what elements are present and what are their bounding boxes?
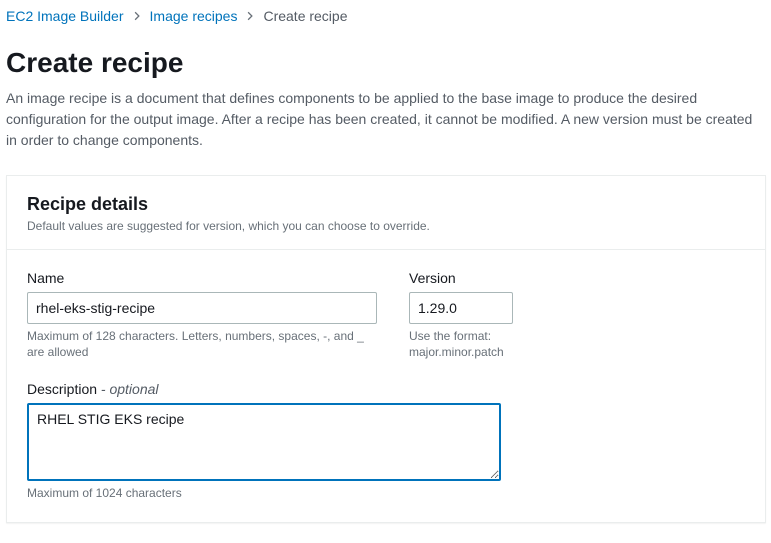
breadcrumb-current: Create recipe	[263, 8, 347, 24]
panel-body: Name Maximum of 128 characters. Letters,…	[7, 250, 765, 522]
description-form-group: Description - optional Maximum of 1024 c…	[27, 381, 501, 502]
page-title: Create recipe	[6, 46, 771, 80]
recipe-details-panel: Recipe details Default values are sugges…	[6, 175, 766, 523]
description-textarea[interactable]	[27, 403, 501, 481]
name-form-group: Name Maximum of 128 characters. Letters,…	[27, 270, 377, 362]
breadcrumb-level1-link[interactable]: Image recipes	[150, 8, 238, 24]
panel-subtitle: Default values are suggested for version…	[27, 219, 745, 233]
name-hint: Maximum of 128 characters. Letters, numb…	[27, 328, 377, 362]
version-label: Version	[409, 270, 513, 286]
description-hint: Maximum of 1024 characters	[27, 485, 501, 502]
description-label: Description - optional	[27, 381, 501, 397]
description-label-text: Description	[27, 381, 97, 397]
panel-title: Recipe details	[27, 194, 745, 215]
version-hint: Use the format: major.minor.patch	[409, 328, 513, 362]
page-description: An image recipe is a document that defin…	[6, 88, 766, 151]
breadcrumb: EC2 Image Builder Image recipes Create r…	[6, 8, 771, 24]
breadcrumb-root-link[interactable]: EC2 Image Builder	[6, 8, 124, 24]
name-input[interactable]	[27, 292, 377, 324]
panel-header: Recipe details Default values are sugges…	[7, 176, 765, 250]
chevron-right-icon	[132, 11, 142, 21]
version-input[interactable]	[409, 292, 513, 324]
chevron-right-icon	[245, 11, 255, 21]
version-form-group: Version Use the format: major.minor.patc…	[409, 270, 513, 362]
name-label: Name	[27, 270, 377, 286]
form-row-name-version: Name Maximum of 128 characters. Letters,…	[27, 270, 745, 362]
description-optional-text: - optional	[97, 381, 158, 397]
